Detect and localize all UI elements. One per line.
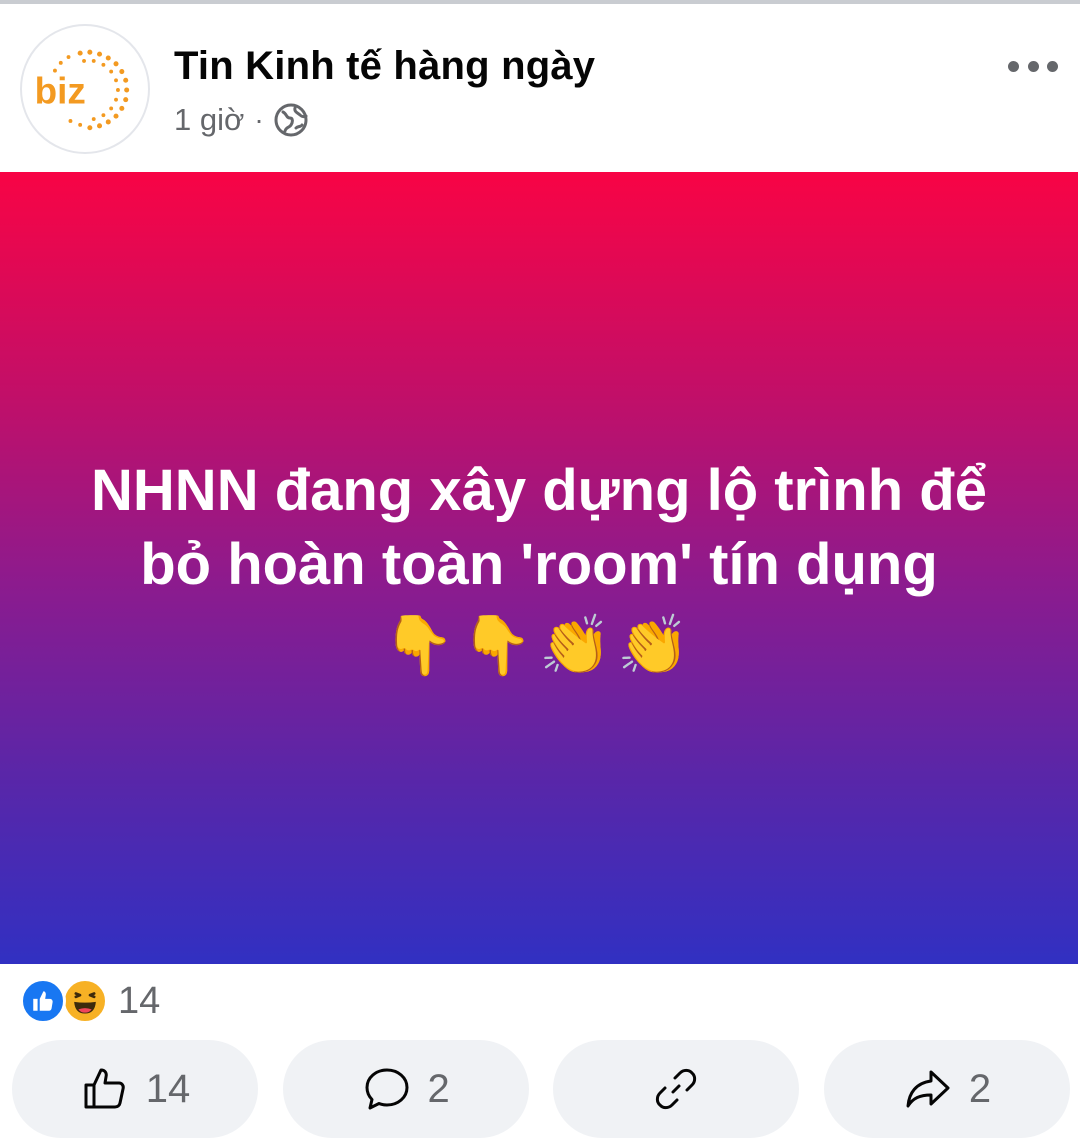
biz-logo: biz xyxy=(35,49,130,131)
post-header: biz Tin Kinh tế hàng ngày 1 giờ · xyxy=(0,4,1080,172)
post-emoji-line: 👇👇👏👏 xyxy=(382,611,696,679)
share-icon xyxy=(906,1070,950,1108)
svg-text:biz: biz xyxy=(35,71,86,112)
more-options-icon[interactable] xyxy=(1008,48,1058,84)
link-icon xyxy=(656,1068,697,1110)
comment-icon xyxy=(365,1068,409,1110)
post-time[interactable]: 1 giờ xyxy=(174,102,244,138)
globe-icon[interactable] xyxy=(274,103,308,137)
page-avatar[interactable]: biz xyxy=(20,24,150,154)
page-name[interactable]: Tin Kinh tế hàng ngày xyxy=(174,44,595,89)
copy-link-button[interactable] xyxy=(553,1040,800,1138)
reaction-summary[interactable]: 14 xyxy=(20,978,160,1024)
more-dot xyxy=(1008,60,1019,72)
thumbs-up-icon xyxy=(84,1068,125,1109)
share-count: 2 xyxy=(968,1066,992,1111)
like-icon xyxy=(20,978,66,1024)
more-dot xyxy=(1027,60,1039,72)
meta-separator: · xyxy=(254,104,264,135)
reaction-count: 14 xyxy=(118,979,161,1022)
post-text-line-1: NHNN đang xây dựng lộ trình để xyxy=(91,458,987,523)
like-button[interactable]: 14 xyxy=(12,1040,258,1138)
post-background-card[interactable]: NHNN đang xây dựng lộ trình để bỏ hoàn t… xyxy=(0,172,1078,964)
post-text-line-2: bỏ hoàn toàn 'room' tín dụng xyxy=(140,532,938,597)
post-meta: 1 giờ · xyxy=(174,100,308,140)
action-bar: 14 2 2 xyxy=(12,1040,1070,1138)
haha-icon xyxy=(62,978,108,1024)
more-dot xyxy=(1047,60,1058,72)
like-count: 14 xyxy=(145,1066,191,1111)
share-button[interactable]: 2 xyxy=(823,1040,1070,1138)
comment-count: 2 xyxy=(427,1066,450,1111)
comment-button[interactable]: 2 xyxy=(282,1040,529,1138)
